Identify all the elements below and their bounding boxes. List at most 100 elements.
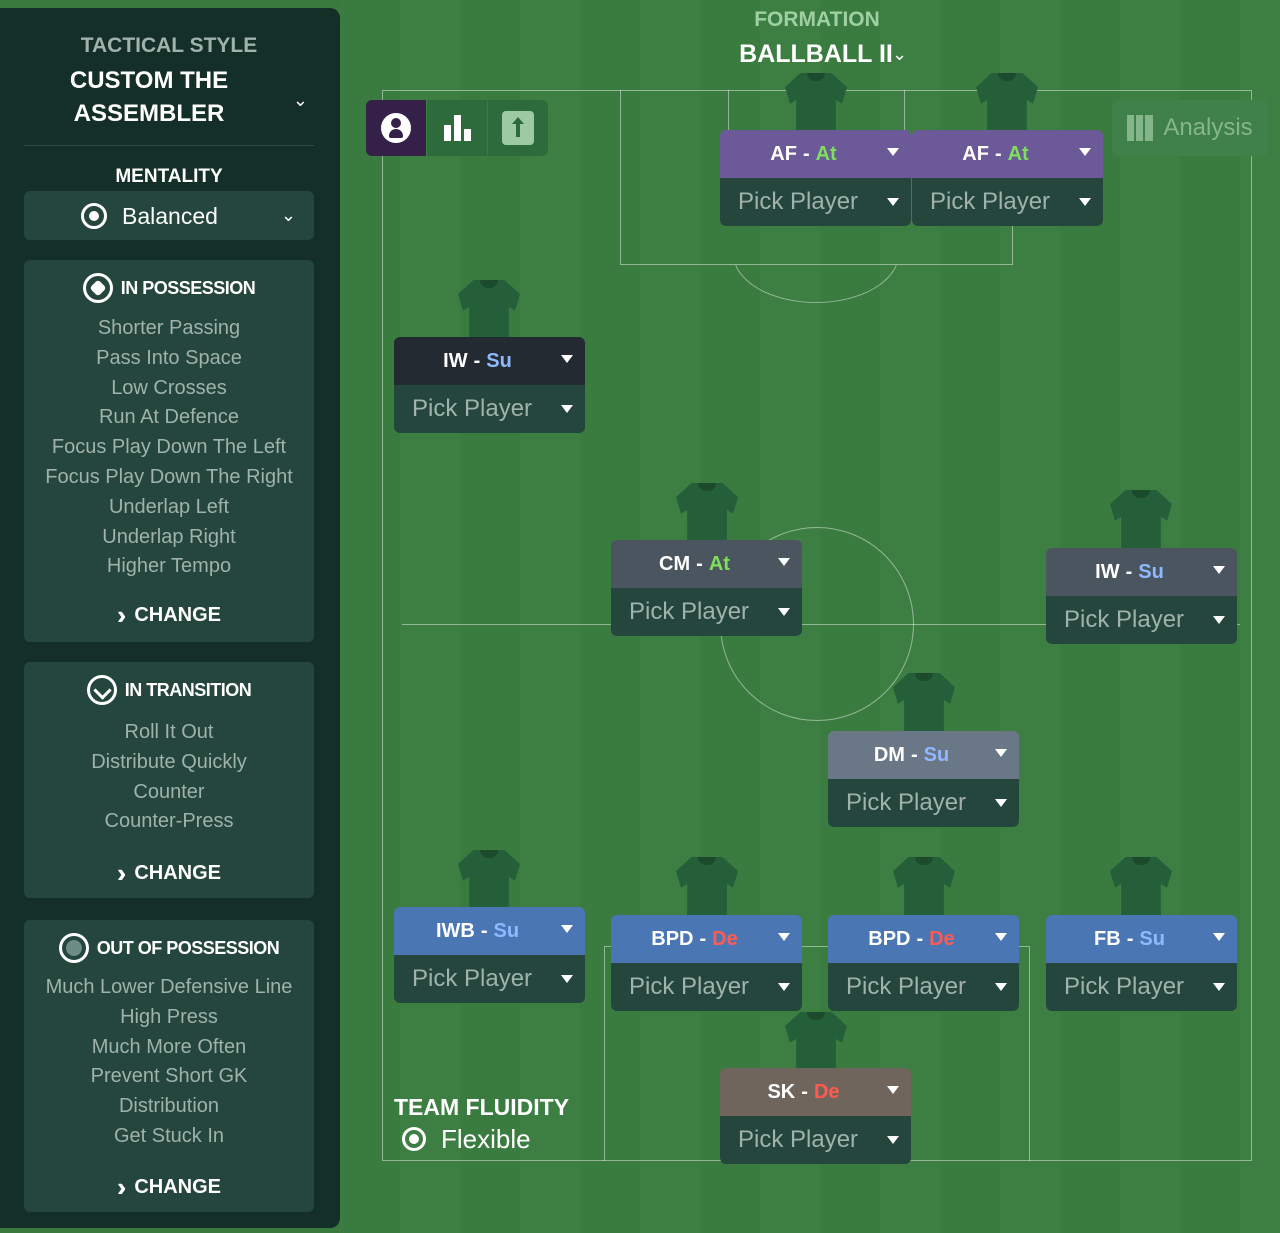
- list-item: Higher Tempo: [106, 555, 232, 578]
- player-card-cm[interactable]: CM - At Pick Player: [611, 540, 802, 636]
- player-card-iwb[interactable]: IWB - Su Pick Player: [394, 907, 585, 1003]
- role-name: IW: [443, 349, 468, 372]
- pick-player-label: Pick Player: [930, 188, 1051, 215]
- role-selector[interactable]: DM - Su: [828, 731, 1019, 779]
- caret-down-icon: [561, 355, 573, 363]
- out-of-possession-change-button[interactable]: ›› CHANGE: [24, 1172, 314, 1203]
- role-name: IW: [1095, 560, 1120, 583]
- role-selector[interactable]: BPD - De: [611, 915, 802, 963]
- role-name: SK: [767, 1080, 796, 1103]
- in-transition-panel: IN TRANSITION Roll It Out Distribute Qui…: [24, 662, 314, 898]
- mentality-value: Balanced: [122, 203, 218, 229]
- out-of-possession-title: OUT OF POSSESSION: [96, 937, 280, 958]
- pick-player-label: Pick Player: [412, 965, 533, 992]
- role-selector[interactable]: AF - At: [720, 130, 911, 178]
- role-selector[interactable]: IWB - Su: [394, 907, 585, 955]
- caret-down-icon: [1213, 983, 1225, 991]
- in-possession-header: IN POSSESSION: [24, 270, 314, 306]
- change-label: CHANGE: [134, 862, 221, 884]
- list-item: Get Stuck In: [113, 1124, 225, 1147]
- player-card-iw-left[interactable]: IW - Su Pick Player: [394, 337, 585, 433]
- pick-player-dropdown[interactable]: Pick Player: [1046, 596, 1237, 644]
- list-item: Underlap Right: [102, 525, 236, 548]
- pick-player-dropdown[interactable]: Pick Player: [394, 955, 585, 1003]
- role-name: AF: [770, 142, 797, 165]
- pick-player-dropdown[interactable]: Pick Player: [720, 178, 911, 226]
- double-chevron-right-icon: ››: [117, 600, 129, 630]
- team-fluidity-label: TEAM FLUIDITY: [394, 1094, 570, 1120]
- role-selector[interactable]: FB - Su: [1046, 915, 1237, 963]
- role-selector[interactable]: IW - Su: [394, 337, 585, 385]
- transition-icon: [86, 675, 117, 705]
- chevron-down-icon[interactable]: ⌄: [892, 44, 907, 65]
- role-name: FB: [1094, 927, 1121, 950]
- duty-label: Su: [1139, 927, 1165, 950]
- mentality-label: MENTALITY: [115, 166, 223, 187]
- caret-down-icon: [887, 1086, 899, 1094]
- pick-player-label: Pick Player: [629, 973, 750, 1000]
- instructions-view-button[interactable]: [488, 100, 548, 156]
- tactical-style-label: TACTICAL STYLE: [80, 34, 258, 57]
- pick-player-dropdown[interactable]: Pick Player: [912, 178, 1103, 226]
- chevron-down-icon[interactable]: ⌄: [293, 90, 308, 111]
- tactical-style-selector[interactable]: TACTICAL STYLE CUSTOM THE ASSEMBLER ⌄: [24, 34, 314, 146]
- list-item: Much Lower Defensive Line: [45, 976, 293, 998]
- duty-label: Su: [1138, 560, 1164, 583]
- pick-player-dropdown[interactable]: Pick Player: [828, 779, 1019, 827]
- role-selector[interactable]: CM - At: [611, 540, 802, 588]
- role-selector[interactable]: SK - De: [720, 1068, 911, 1116]
- list-item: Focus Play Down The Right: [45, 465, 293, 488]
- person-view-button[interactable]: [366, 100, 426, 156]
- pick-player-dropdown[interactable]: Pick Player: [611, 963, 802, 1011]
- caret-down-icon: [561, 925, 573, 933]
- caret-down-icon: [887, 198, 899, 206]
- pick-player-dropdown[interactable]: Pick Player: [611, 588, 802, 636]
- double-chevron-right-icon: ››: [117, 1172, 129, 1202]
- role-name: BPD: [651, 927, 694, 950]
- tactical-style-name: CUSTOM THE ASSEMBLER: [69, 67, 229, 127]
- pick-player-dropdown[interactable]: Pick Player: [1046, 963, 1237, 1011]
- player-card-bpd-left[interactable]: BPD - De Pick Player: [611, 915, 802, 1011]
- pick-player-label: Pick Player: [846, 973, 967, 1000]
- player-card-sk[interactable]: SK - De Pick Player: [720, 1068, 911, 1164]
- role-selector[interactable]: IW - Su: [1046, 548, 1237, 596]
- pick-player-label: Pick Player: [412, 395, 533, 422]
- analysis-label: Analysis: [1163, 114, 1253, 141]
- mentality-dropdown[interactable]: Balanced ⌄: [24, 191, 314, 240]
- team-fluidity-value[interactable]: Flexible: [441, 1124, 531, 1155]
- list-item: Counter: [133, 780, 205, 803]
- duty-label: De: [929, 927, 955, 950]
- in-transition-change-button[interactable]: ›› CHANGE: [24, 858, 314, 889]
- player-card-af-left[interactable]: AF - At Pick Player: [720, 130, 911, 226]
- role-selector[interactable]: BPD - De: [828, 915, 1019, 963]
- player-card-af-right[interactable]: AF - At Pick Player: [912, 130, 1103, 226]
- caret-down-icon: [995, 749, 1007, 757]
- pick-player-label: Pick Player: [846, 789, 967, 816]
- list-item: Underlap Left: [108, 495, 230, 518]
- caret-down-icon: [1079, 148, 1091, 156]
- in-transition-title: IN TRANSITION: [124, 679, 252, 700]
- role-selector[interactable]: AF - At: [912, 130, 1103, 178]
- player-card-iw-right[interactable]: IW - Su Pick Player: [1046, 548, 1237, 644]
- pick-player-dropdown[interactable]: Pick Player: [828, 963, 1019, 1011]
- out-of-possession-header: OUT OF POSSESSION: [24, 930, 314, 966]
- caret-down-icon: [995, 933, 1007, 941]
- pick-player-dropdown[interactable]: Pick Player: [720, 1116, 911, 1164]
- role-name: IWB: [435, 919, 475, 942]
- chevron-down-icon: ⌄: [280, 205, 296, 225]
- in-possession-change-button[interactable]: ›› CHANGE: [24, 600, 314, 631]
- target-icon: [81, 203, 107, 229]
- change-label: CHANGE: [134, 1176, 221, 1198]
- player-card-fb[interactable]: FB - Su Pick Player: [1046, 915, 1237, 1011]
- list-item: Much More Often: [91, 1035, 247, 1058]
- analysis-button[interactable]: Analysis: [1112, 100, 1268, 156]
- duty-label: Su: [486, 349, 512, 372]
- player-card-bpd-right[interactable]: BPD - De Pick Player: [828, 915, 1019, 1011]
- pick-player-label: Pick Player: [629, 598, 750, 625]
- player-card-dm[interactable]: DM - Su Pick Player: [828, 731, 1019, 827]
- list-item: Run At Defence: [98, 406, 240, 429]
- pick-player-dropdown[interactable]: Pick Player: [394, 385, 585, 433]
- in-possession-title: IN POSSESSION: [120, 277, 256, 298]
- stats-view-button[interactable]: [427, 100, 487, 156]
- duty-label: De: [712, 927, 738, 950]
